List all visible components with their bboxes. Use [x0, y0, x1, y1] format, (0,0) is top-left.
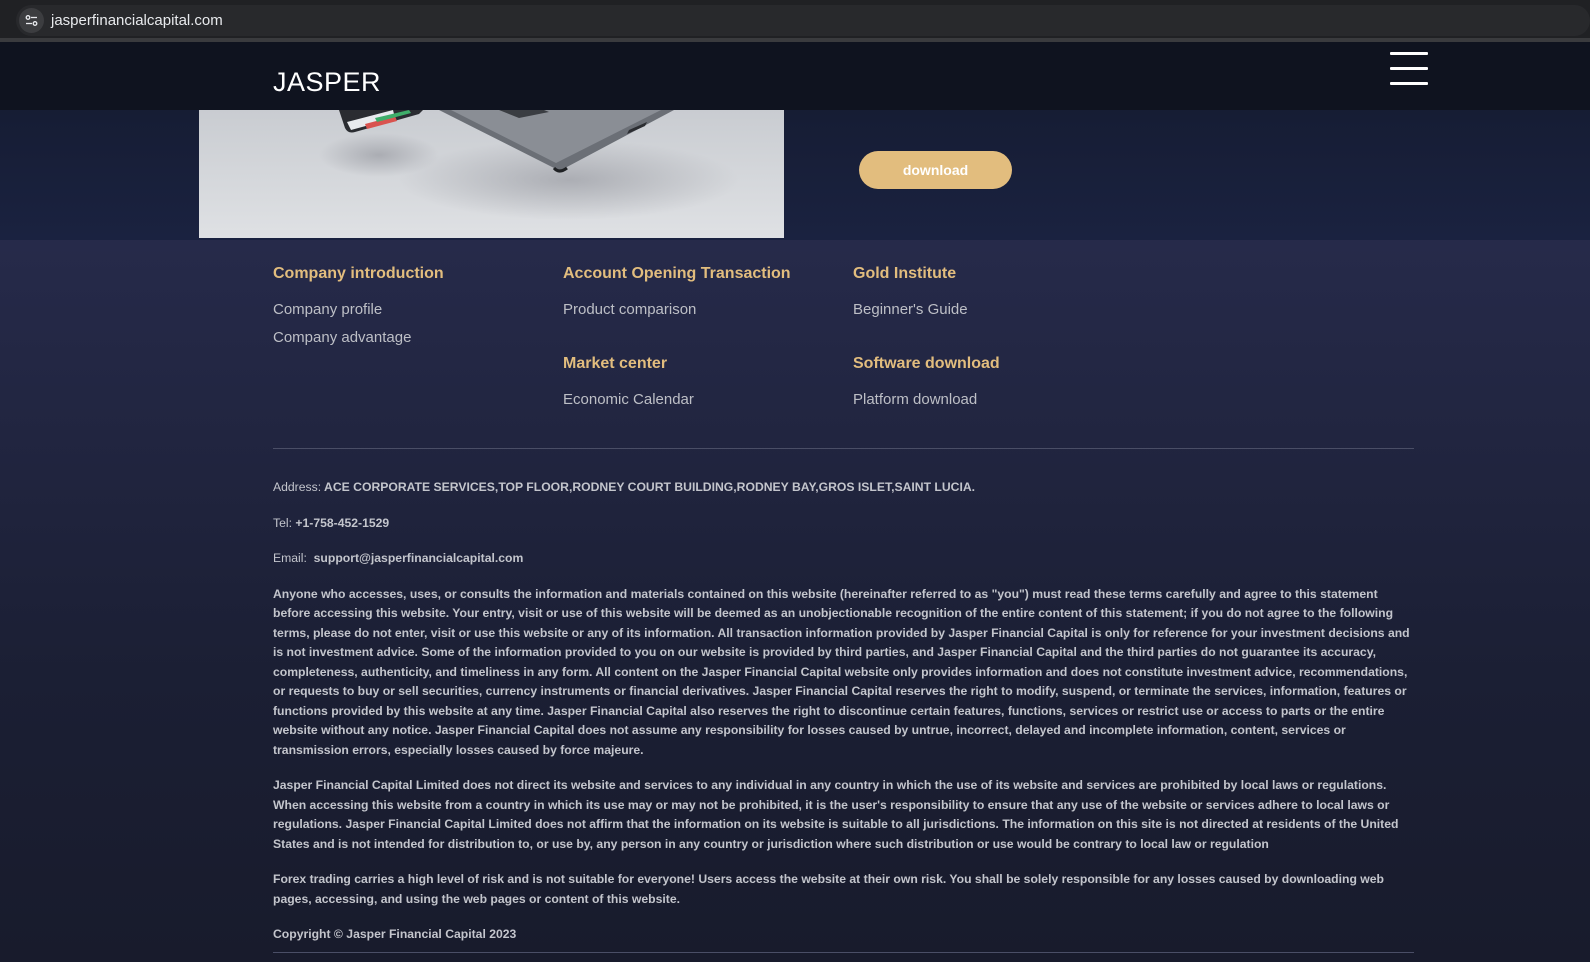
browser-toolbar: jasperfinancialcapital.com: [0, 0, 1590, 42]
footer-col-title: Gold Institute: [853, 265, 957, 282]
copyright: Copyright © Jasper Financial Capital 202…: [273, 927, 517, 941]
url-text[interactable]: jasperfinancialcapital.com: [51, 12, 223, 29]
footer-link-product-comparison[interactable]: Product comparison: [563, 301, 791, 319]
footer-divider: [273, 448, 1414, 449]
footer-col-market: Market center Economic Calendar: [563, 354, 694, 409]
address-label: Address:: [273, 480, 322, 494]
footer-link-company-advantage[interactable]: Company advantage: [273, 329, 444, 347]
address-bar[interactable]: jasperfinancialcapital.com: [16, 5, 1590, 36]
jurisdiction-paragraph: Jasper Financial Capital Limited does no…: [273, 778, 1399, 851]
site-logo[interactable]: JASPER: [273, 67, 381, 98]
footer-col-title: Software download: [853, 355, 1000, 372]
footer-col-title: Market center: [563, 355, 668, 372]
footer-link-economic-calendar[interactable]: Economic Calendar: [563, 391, 694, 409]
footer-link-platform-download[interactable]: Platform download: [853, 391, 1000, 409]
tel-line: Tel: +1-758-452-1529: [273, 514, 1414, 534]
tel-label: Tel:: [273, 515, 292, 530]
risk-warning-paragraph: Forex trading carries a high level of ri…: [273, 872, 1384, 906]
footer-bottom-divider: [273, 952, 1414, 953]
hero-devices-image: [199, 110, 784, 238]
footer-link-beginners-guide[interactable]: Beginner's Guide: [853, 301, 968, 319]
site-header: JASPER: [0, 42, 1590, 110]
footer-col-title: Company introduction: [273, 265, 444, 282]
email-line: Email: support@jasperfinancialcapital.co…: [273, 549, 1414, 569]
site-settings-icon[interactable]: [19, 8, 44, 33]
footer-info: Address: ACE CORPORATE SERVICES,TOP FLOO…: [273, 478, 1414, 945]
email-label: Email:: [273, 551, 307, 565]
disclaimer-paragraph: Anyone who accesses, uses, or consults t…: [273, 586, 1410, 757]
address-value: ACE CORPORATE SERVICES,TOP FLOOR,RODNEY …: [324, 480, 976, 494]
site-footer: Company introduction Company profile Com…: [0, 240, 1590, 962]
tel-value[interactable]: +1-758-452-1529: [295, 516, 389, 530]
email-value[interactable]: support@jasperfinancialcapital.com: [314, 551, 524, 565]
footer-col-company: Company introduction Company profile Com…: [273, 264, 444, 347]
footer-col-gold: Gold Institute Beginner's Guide: [853, 264, 968, 319]
footer-col-software: Software download Platform download: [853, 354, 1000, 409]
footer-col-account: Account Opening Transaction Product comp…: [563, 264, 791, 319]
address-line: Address: ACE CORPORATE SERVICES,TOP FLOO…: [273, 478, 1414, 498]
download-button[interactable]: download: [859, 151, 1012, 189]
hamburger-menu-icon[interactable]: [1390, 52, 1428, 88]
footer-link-company-profile[interactable]: Company profile: [273, 301, 444, 319]
footer-col-title: Account Opening Transaction: [563, 265, 791, 282]
